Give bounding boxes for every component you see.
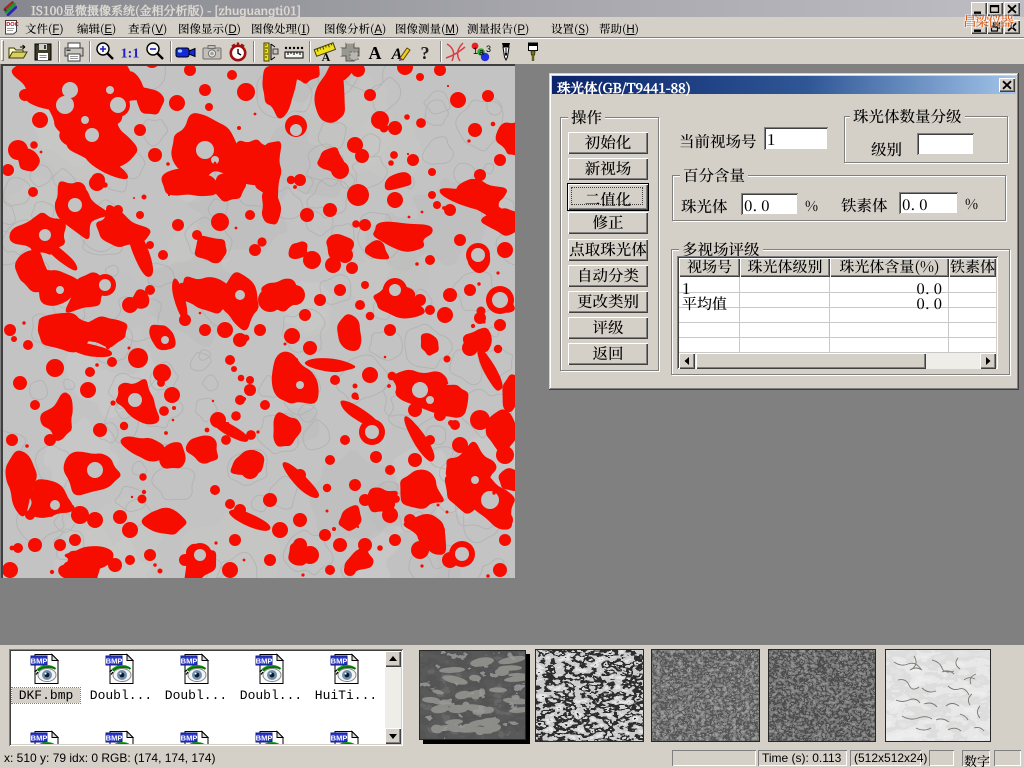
svg-text:BMP: BMP (331, 734, 348, 743)
svg-text:?: ? (421, 43, 430, 63)
svg-text:3: 3 (486, 44, 491, 54)
svg-text:BMP: BMP (256, 657, 273, 666)
svg-text:A: A (322, 50, 331, 64)
svg-text:BMP: BMP (181, 734, 198, 743)
svg-text:DOC: DOC (6, 22, 18, 28)
svg-text:BMP: BMP (106, 734, 123, 743)
svg-text:BMP: BMP (31, 734, 48, 743)
svg-text:A: A (369, 43, 382, 63)
svg-text:BMP: BMP (106, 657, 123, 666)
svg-text:BMP: BMP (256, 734, 273, 743)
svg-text:BMP: BMP (331, 657, 348, 666)
svg-text:1: 1 (473, 46, 478, 56)
svg-text:1:1: 1:1 (121, 47, 140, 62)
svg-text:BMP: BMP (31, 657, 48, 666)
svg-text:BMP: BMP (181, 657, 198, 666)
svg-text:a: a (479, 47, 484, 57)
